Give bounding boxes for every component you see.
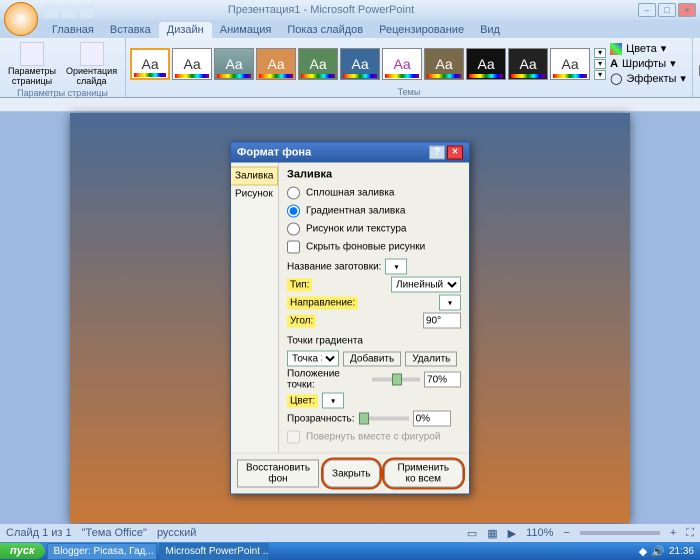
ribbon: Параметры страницы Ориентация слайда Пар… [0, 38, 700, 98]
theme-thumb-11[interactable]: Aa [550, 48, 590, 80]
theme-thumb-9[interactable]: Aa [466, 48, 506, 80]
taskbar: пуск Blogger: Picasa, Гад... Microsoft P… [0, 542, 700, 560]
close-dialog-button[interactable]: Закрыть [323, 460, 380, 488]
direction-combo[interactable] [439, 295, 461, 311]
status-slide: Слайд 1 из 1 [6, 527, 72, 539]
dialog-titlebar[interactable]: Формат фона ? × [231, 143, 469, 163]
zoom-in-button[interactable]: + [670, 527, 676, 539]
check-rotate [287, 430, 300, 443]
dialog-help-button[interactable]: ? [429, 146, 445, 160]
angle-spinner[interactable]: 90° [423, 313, 461, 329]
undo-icon[interactable] [62, 4, 76, 18]
status-theme: "Тема Office" [82, 527, 147, 539]
office-button[interactable] [4, 2, 38, 36]
radio-picture[interactable] [287, 222, 300, 235]
ribbon-tabs: Главная Вставка Дизайн Анимация Показ сл… [0, 20, 700, 38]
theme-thumb-8[interactable]: Aa [424, 48, 464, 80]
zoom-slider[interactable] [580, 531, 660, 535]
tab-review[interactable]: Рецензирование [371, 22, 472, 38]
type-select[interactable]: Линейный [391, 277, 461, 293]
preset-combo[interactable] [385, 259, 407, 275]
close-button[interactable]: × [678, 3, 696, 17]
save-icon[interactable] [44, 4, 58, 18]
fit-button[interactable]: ⛶ [686, 527, 694, 540]
colors-dropdown[interactable]: Цвета ▾ [610, 42, 686, 55]
task-item-blogger[interactable]: Blogger: Picasa, Гад... [47, 543, 157, 560]
apply-all-button[interactable]: Применить ко всем [384, 460, 463, 488]
theme-thumb-6[interactable]: Aa [340, 48, 380, 80]
tab-view[interactable]: Вид [472, 22, 508, 38]
maximize-button[interactable]: □ [658, 3, 676, 17]
remove-stop-button[interactable]: Удалить [405, 351, 457, 366]
nav-fill[interactable]: Заливка [231, 167, 278, 186]
transparency-spinner[interactable]: 0% [413, 411, 451, 427]
position-spinner[interactable]: 70% [424, 372, 461, 388]
tab-insert[interactable]: Вставка [102, 22, 159, 38]
tab-home[interactable]: Главная [44, 22, 102, 38]
tray-icon[interactable]: ◆ [639, 545, 647, 558]
transparency-slider[interactable] [359, 417, 409, 421]
ruler-h [0, 98, 700, 112]
zoom-label: 110% [526, 527, 553, 539]
theme-scroll-up[interactable] [594, 48, 606, 58]
group-themes: Aa Aa Aa Aa Aa Aa Aa Aa Aa Aa Aa Цвета ▾… [126, 38, 693, 97]
add-stop-button[interactable]: Добавить [343, 351, 401, 366]
zoom-out-button[interactable]: − [563, 527, 569, 539]
theme-thumb-10[interactable]: Aa [508, 48, 548, 80]
theme-more[interactable] [594, 70, 606, 80]
theme-thumb-3[interactable]: Aa [214, 48, 254, 80]
fonts-dropdown[interactable]: AШрифты ▾ [610, 57, 686, 70]
reset-bg-button[interactable]: Восстановить фон [237, 460, 319, 488]
statusbar: Слайд 1 из 1 "Тема Office" русский ▭ ▦ ▶… [0, 524, 700, 542]
nav-picture[interactable]: Рисунок [231, 186, 278, 203]
dialog-nav: Заливка Рисунок [231, 163, 279, 453]
color-combo[interactable] [322, 393, 344, 409]
start-button[interactable]: пуск [0, 543, 45, 559]
page-setup-button[interactable]: Параметры страницы [4, 40, 60, 88]
clock[interactable]: 21:36 [669, 546, 694, 557]
group-page-setup: Параметры страницы Ориентация слайда Пар… [0, 38, 126, 97]
theme-scroll-down[interactable] [594, 59, 606, 69]
theme-thumb-7[interactable]: Aa [382, 48, 422, 80]
radio-gradient[interactable] [287, 204, 300, 217]
view-sorter-icon[interactable]: ▦ [487, 527, 497, 540]
orientation-button[interactable]: Ориентация слайда [62, 40, 121, 88]
position-slider[interactable] [372, 378, 420, 382]
view-slideshow-icon[interactable]: ▶ [508, 527, 516, 540]
dialog-footer: Восстановить фон Закрыть Применить ко вс… [231, 453, 469, 494]
dialog-close-button[interactable]: × [447, 146, 463, 160]
tab-slideshow[interactable]: Показ слайдов [279, 22, 371, 38]
quick-access-toolbar [44, 4, 94, 18]
format-background-dialog: Формат фона ? × Заливка Рисунок Заливка … [230, 142, 470, 495]
minimize-button[interactable]: – [638, 3, 656, 17]
theme-thumb-2[interactable]: Aa [172, 48, 212, 80]
effects-dropdown[interactable]: ◯Эффекты ▾ [610, 72, 686, 85]
check-hide-bg[interactable] [287, 240, 300, 253]
theme-thumb-1[interactable]: Aa [130, 48, 170, 80]
stop-select[interactable]: Точка 3 [287, 351, 339, 367]
system-tray[interactable]: ◆ 🔊 21:36 [633, 545, 700, 558]
titlebar: Презентация1 - Microsoft PowerPoint – □ … [0, 0, 700, 20]
group-background: 🖼Стили фона ▾ Скрыть фоновые рисунки Фон [693, 38, 700, 97]
theme-thumb-4[interactable]: Aa [256, 48, 296, 80]
workspace: Формат фона ? × Заливка Рисунок Заливка … [0, 112, 700, 524]
theme-thumb-5[interactable]: Aa [298, 48, 338, 80]
radio-solid[interactable] [287, 186, 300, 199]
app-title: Презентация1 - Microsoft PowerPoint [4, 4, 638, 16]
view-normal-icon[interactable]: ▭ [467, 527, 477, 540]
tray-icon[interactable]: 🔊 [651, 545, 665, 558]
status-lang: русский [157, 527, 196, 539]
dialog-content: Заливка Сплошная заливка Градиентная зал… [279, 163, 469, 453]
tab-animation[interactable]: Анимация [212, 22, 280, 38]
redo-icon[interactable] [80, 4, 94, 18]
window-controls: – □ × [638, 3, 696, 17]
tab-design[interactable]: Дизайн [159, 22, 212, 38]
task-item-powerpoint[interactable]: Microsoft PowerPoint ... [159, 543, 269, 560]
